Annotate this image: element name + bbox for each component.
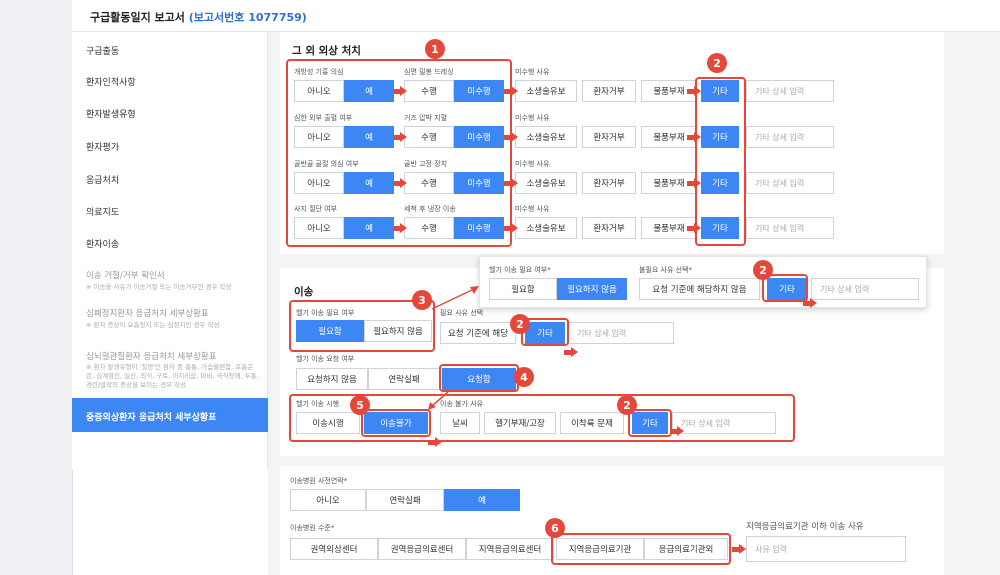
- annotation-badge: 3: [412, 290, 432, 310]
- sidebar-item-first-aid[interactable]: 응급처치: [86, 173, 119, 186]
- precontact-yes-button[interactable]: 예: [444, 489, 520, 511]
- level-regional-trauma-button[interactable]: 권역외상센터: [290, 538, 378, 560]
- popup-reason-button[interactable]: 요청 기준에 해당하지 않음: [639, 278, 760, 300]
- annotation-badge: 5: [350, 395, 370, 415]
- reason-refusal-button[interactable]: 환자거부: [582, 80, 636, 102]
- annotation-box-2d: [762, 274, 808, 302]
- annotation-badge: 6: [545, 518, 565, 538]
- need-etc-input[interactable]: 기타 상세 입력: [568, 322, 674, 344]
- annotation-arrow: [687, 223, 701, 233]
- reason-label: 미수행 사유: [515, 68, 550, 76]
- reason-resus-button[interactable]: 소생술유보: [515, 126, 577, 148]
- reason-label: 미수행 사유: [515, 160, 550, 168]
- annotation-arrow: [504, 223, 518, 233]
- annotation-arrow: [687, 178, 701, 188]
- annotation-arrow: [504, 178, 518, 188]
- level-local-center-button[interactable]: 지역응급의료센터: [466, 538, 554, 560]
- annotation-arrow: [428, 437, 442, 447]
- annotation-badge: 4: [514, 367, 534, 387]
- reason-resus-button[interactable]: 소생술유보: [515, 217, 577, 239]
- sidebar-sub-cpa[interactable]: 심폐정지환자 응급처치 세부상황표: [86, 307, 209, 319]
- annotation-arrow: [504, 132, 518, 142]
- annotation-arrow: [564, 347, 578, 357]
- sidebar-item-medical-direction[interactable]: 의료지도: [86, 205, 119, 218]
- annotation-arrow: [732, 544, 746, 554]
- etc-detail-input[interactable]: 기타 상세 입력: [746, 126, 834, 148]
- popup-not-need-button[interactable]: 필요하지 않음: [557, 278, 627, 300]
- etc-detail-input[interactable]: 기타 상세 입력: [746, 172, 834, 194]
- annotation-arrow: [670, 426, 684, 436]
- sidebar-item-transport[interactable]: 환자이송: [86, 237, 119, 250]
- popup-etc-input[interactable]: 기타 상세 입력: [811, 278, 919, 300]
- heli-request-label: 헬기 이송 요청 여부: [296, 355, 355, 363]
- sidebar-item-assessment[interactable]: 환자평가: [86, 140, 119, 153]
- etc-detail-input[interactable]: 기타 상세 입력: [746, 217, 834, 239]
- sidebar-sub-refusal[interactable]: 이송 거절/거부 확인서: [86, 269, 165, 281]
- popup-need-button[interactable]: 필요함: [489, 278, 557, 300]
- annotation-arrow: [393, 178, 407, 188]
- annotation-box-2: [695, 77, 746, 246]
- etc-detail-input[interactable]: 기타 상세 입력: [746, 80, 834, 102]
- annotation-badge: 1: [425, 39, 445, 59]
- popup-unnecessary-label: 불필요 사유 선택*: [639, 266, 693, 274]
- reason-label: 미수행 사유: [515, 205, 550, 213]
- annotation-arrow-down: [428, 391, 449, 410]
- reason-resus-button[interactable]: 소생술유보: [515, 80, 577, 102]
- reason-label: 미수행 사유: [515, 114, 550, 122]
- below-reason-input[interactable]: 사유 입력: [746, 536, 906, 562]
- annotation-arrow: [687, 132, 701, 142]
- precontact-failed-button[interactable]: 연락실패: [366, 489, 444, 511]
- hospital-level-label: 이송병원 수준*: [290, 524, 335, 532]
- sidebar-item-patient-info[interactable]: 환자인적사항: [86, 75, 136, 88]
- report-header: 구급활동일지 보고서 (보고서번호 1077759): [72, 0, 1000, 32]
- heli-unnecessary-popup: 헬기 이송 필요 여부* 불필요 사유 선택* 필요함 필요하지 않음 요청 기…: [479, 256, 927, 308]
- annotation-badge: 2: [510, 314, 530, 334]
- reason-refusal-button[interactable]: 환자거부: [582, 126, 636, 148]
- annotation-box-3: [289, 300, 435, 352]
- sidebar-note: ※ 환자 증상이 요흡정지 또는 심정지인 경우 작성: [86, 321, 220, 329]
- sidebar-note: ※ 환자 발생유형이 '질병'인 환자 중 흉통, 가슴불편함, 호흡곤란, 심…: [86, 363, 259, 389]
- annotation-box-4: [439, 364, 519, 392]
- annotation-arrow: [393, 132, 407, 142]
- reason-resus-button[interactable]: 소생술유보: [515, 172, 577, 194]
- reason-refusal-button[interactable]: 환자거부: [582, 172, 636, 194]
- annotation-box-2c: [628, 409, 672, 437]
- section-title-transport: 이송: [294, 286, 314, 298]
- annotation-badge: 2: [753, 260, 773, 280]
- level-regional-emergency-button[interactable]: 권역응급의료센터: [378, 538, 466, 560]
- request-criteria-button[interactable]: 요청 기준에 해당: [440, 322, 516, 344]
- reason-refusal-button[interactable]: 환자거부: [582, 217, 636, 239]
- page-title: 구급활동일지 보고서 (보고서번호 1077759): [90, 11, 307, 24]
- section-title-other-trauma: 그 외 외상 처치: [292, 45, 361, 57]
- sidebar-item-occurrence-type[interactable]: 환자발생유형: [86, 107, 136, 120]
- report-number: (보고서번호 1077759): [188, 11, 307, 24]
- request-none-button[interactable]: 요청하지 않음: [296, 368, 368, 390]
- annotation-arrow: [687, 86, 701, 96]
- annotation-badge: 2: [617, 395, 637, 415]
- sidebar-item-severe-trauma[interactable]: 중증외상환자 응급처치 세부상황표: [72, 398, 268, 432]
- annotation-box-6: [551, 533, 731, 565]
- annotation-arrow: [803, 298, 817, 308]
- below-reason-label: 지역응급의료기관 이하 이송 사유: [746, 522, 864, 532]
- annotation-arrow: [393, 86, 407, 96]
- annotation-badge: 2: [707, 53, 727, 73]
- precontact-label: 이송병원 사전연락*: [290, 477, 348, 485]
- annotation-box-5: [361, 409, 431, 437]
- annotation-arrow: [393, 223, 407, 233]
- popup-need-label: 헬기 이송 필요 여부*: [489, 266, 551, 274]
- sidebar-note: ※ 이송을 사유가 이송거절 또는 이송거부인 경우 작성: [86, 283, 232, 291]
- annotation-arrow: [504, 86, 518, 96]
- sidebar-item-dispatch[interactable]: 구급출동: [86, 44, 119, 57]
- annotation-arrow-to-popup: [431, 286, 479, 310]
- precontact-no-button[interactable]: 아니오: [290, 489, 366, 511]
- sidebar-sub-cardio[interactable]: 심뇌혈관질환자 응급처치 세부상황표: [86, 350, 217, 362]
- request-failed-button[interactable]: 연락실패: [368, 368, 440, 390]
